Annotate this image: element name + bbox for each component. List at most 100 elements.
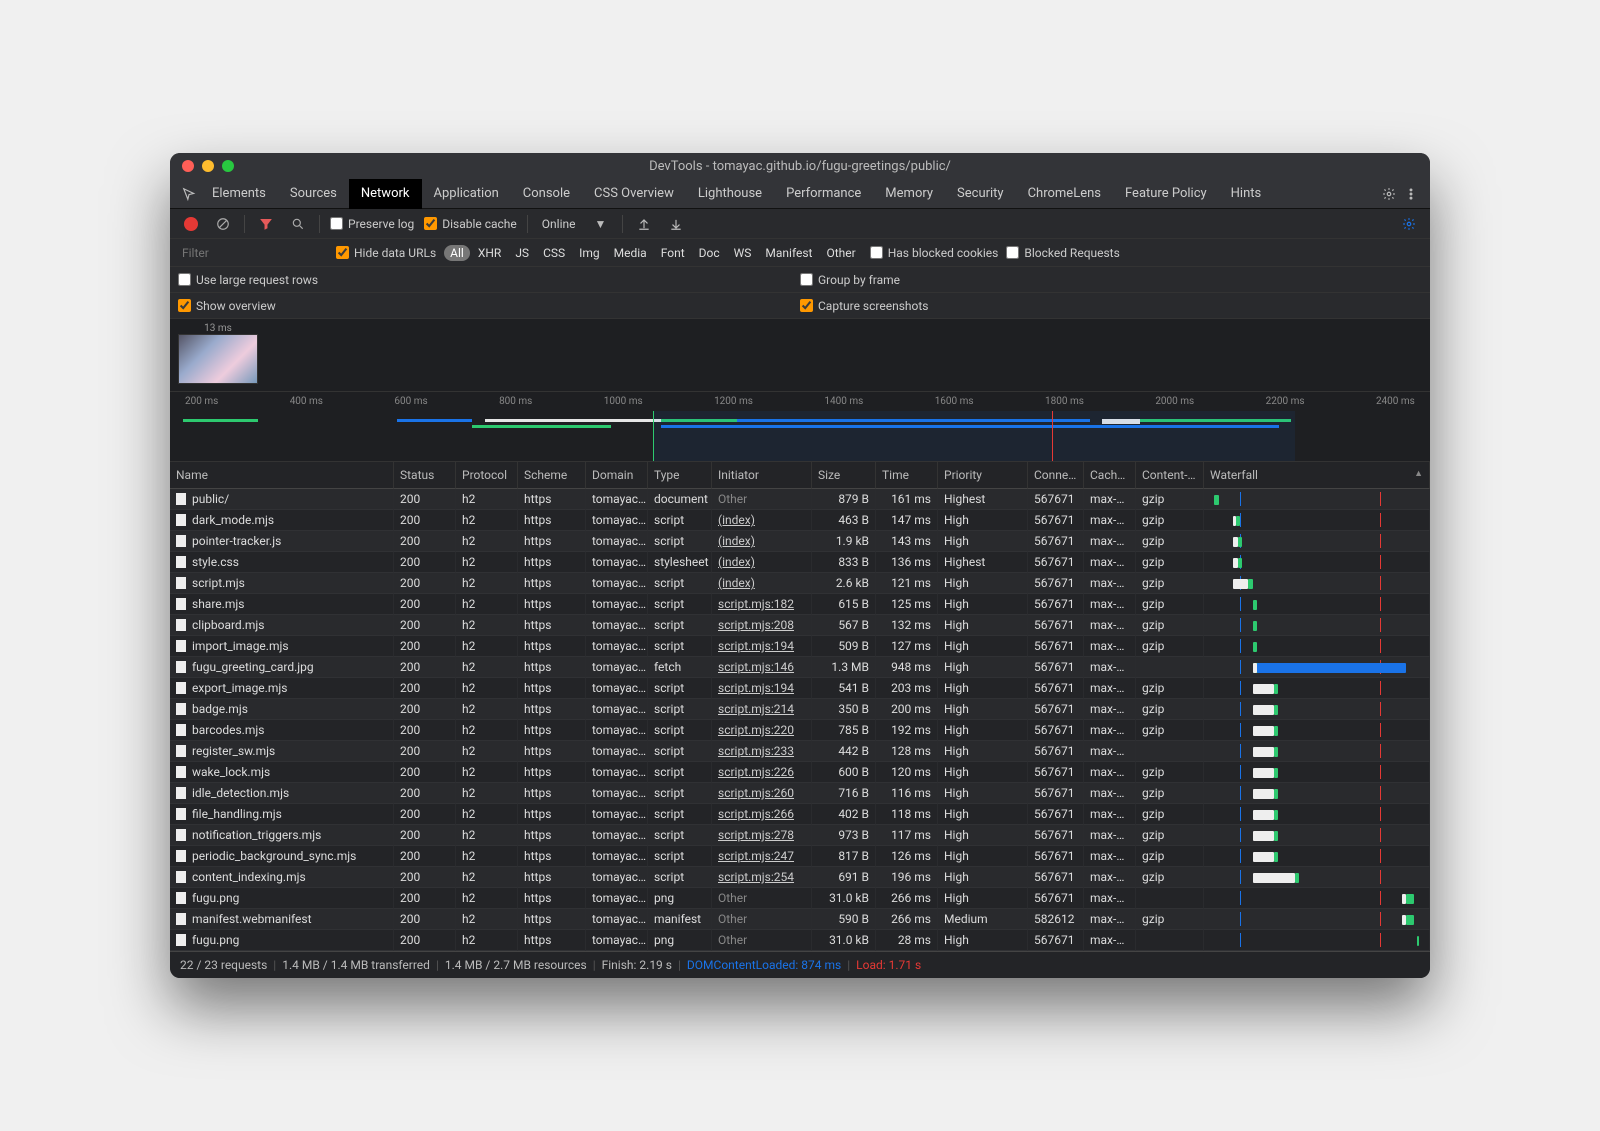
cell-type[interactable]: script <box>648 594 712 615</box>
tab-lighthouse[interactable]: Lighthouse <box>686 179 774 209</box>
cell-type[interactable]: fetch <box>648 657 712 678</box>
cell-domain[interactable]: tomayac… <box>586 720 648 741</box>
cell-connection[interactable]: 567671 <box>1028 825 1084 846</box>
cell-size[interactable]: 509 B <box>812 636 876 657</box>
cell-connection[interactable]: 567671 <box>1028 804 1084 825</box>
cell-waterfall[interactable] <box>1204 531 1430 552</box>
cell-priority[interactable]: High <box>938 930 1028 951</box>
cell-protocol[interactable]: h2 <box>456 552 518 573</box>
cell-name[interactable]: fugu.png <box>170 930 394 951</box>
cell-time[interactable]: 117 ms <box>876 825 938 846</box>
cell-size[interactable]: 541 B <box>812 678 876 699</box>
column-header[interactable]: Waterfall <box>1204 462 1430 489</box>
cell-type[interactable]: script <box>648 636 712 657</box>
tab-performance[interactable]: Performance <box>774 179 873 209</box>
cell-connection[interactable]: 567671 <box>1028 636 1084 657</box>
cell-protocol[interactable]: h2 <box>456 720 518 741</box>
cell-domain[interactable]: tomayac… <box>586 678 648 699</box>
cell-waterfall[interactable] <box>1204 783 1430 804</box>
cell-size[interactable]: 600 B <box>812 762 876 783</box>
cell-type[interactable]: document <box>648 489 712 510</box>
cell-cache[interactable]: max-… <box>1084 699 1136 720</box>
cell-connection[interactable]: 567671 <box>1028 573 1084 594</box>
cell-time[interactable]: 120 ms <box>876 762 938 783</box>
cell-scheme[interactable]: https <box>518 636 586 657</box>
cell-content-encoding[interactable]: gzip <box>1136 552 1204 573</box>
cell-name[interactable]: public/ <box>170 489 394 510</box>
cell-initiator[interactable]: (index) <box>712 510 812 531</box>
cell-content-encoding[interactable]: gzip <box>1136 489 1204 510</box>
cell-name[interactable]: barcodes.mjs <box>170 720 394 741</box>
cell-cache[interactable]: max-… <box>1084 489 1136 510</box>
tab-sources[interactable]: Sources <box>278 179 349 209</box>
cell-protocol[interactable]: h2 <box>456 699 518 720</box>
cell-cache[interactable]: max-… <box>1084 510 1136 531</box>
cell-size[interactable]: 817 B <box>812 846 876 867</box>
column-header[interactable]: Scheme <box>518 462 586 489</box>
cell-protocol[interactable]: h2 <box>456 594 518 615</box>
filter-type-all[interactable]: All <box>444 245 470 261</box>
cell-initiator[interactable]: script.mjs:220 <box>712 720 812 741</box>
cell-protocol[interactable]: h2 <box>456 783 518 804</box>
cell-time[interactable]: 125 ms <box>876 594 938 615</box>
cell-time[interactable]: 127 ms <box>876 636 938 657</box>
disable-cache-checkbox[interactable]: Disable cache <box>424 217 517 231</box>
cell-cache[interactable]: max-… <box>1084 909 1136 930</box>
show-overview-input[interactable] <box>178 299 191 312</box>
tab-elements[interactable]: Elements <box>200 179 278 209</box>
cell-status[interactable]: 200 <box>394 531 456 552</box>
cell-name[interactable]: idle_detection.mjs <box>170 783 394 804</box>
cell-type[interactable]: script <box>648 678 712 699</box>
cell-initiator[interactable]: script.mjs:194 <box>712 636 812 657</box>
filter-type-media[interactable]: Media <box>608 245 653 261</box>
cell-content-encoding[interactable]: gzip <box>1136 531 1204 552</box>
cell-status[interactable]: 200 <box>394 594 456 615</box>
cell-status[interactable]: 200 <box>394 510 456 531</box>
download-har-icon[interactable] <box>665 213 687 235</box>
cell-domain[interactable]: tomayac… <box>586 636 648 657</box>
cell-priority[interactable]: Highest <box>938 552 1028 573</box>
column-header[interactable]: Priority <box>938 462 1028 489</box>
capture-screenshots-checkbox[interactable]: Capture screenshots <box>800 299 928 313</box>
cell-status[interactable]: 200 <box>394 699 456 720</box>
filter-type-ws[interactable]: WS <box>728 245 758 261</box>
cell-status[interactable]: 200 <box>394 909 456 930</box>
cell-priority[interactable]: High <box>938 804 1028 825</box>
cell-initiator[interactable]: script.mjs:208 <box>712 615 812 636</box>
cell-priority[interactable]: High <box>938 531 1028 552</box>
column-header[interactable]: Time <box>876 462 938 489</box>
cell-scheme[interactable]: https <box>518 699 586 720</box>
cell-cache[interactable]: max-… <box>1084 741 1136 762</box>
cell-scheme[interactable]: https <box>518 888 586 909</box>
cell-name[interactable]: notification_triggers.mjs <box>170 825 394 846</box>
tab-network[interactable]: Network <box>349 179 422 209</box>
cell-content-encoding[interactable]: gzip <box>1136 510 1204 531</box>
cell-name[interactable]: periodic_background_sync.mjs <box>170 846 394 867</box>
cell-connection[interactable]: 567671 <box>1028 930 1084 951</box>
cell-content-encoding[interactable]: gzip <box>1136 804 1204 825</box>
cell-connection[interactable]: 567671 <box>1028 678 1084 699</box>
cell-connection[interactable]: 567671 <box>1028 762 1084 783</box>
cell-priority[interactable]: High <box>938 846 1028 867</box>
cell-initiator[interactable]: script.mjs:260 <box>712 783 812 804</box>
column-header[interactable]: Initiator <box>712 462 812 489</box>
cell-size[interactable]: 31.0 kB <box>812 930 876 951</box>
group-frame-checkbox[interactable]: Group by frame <box>800 273 900 287</box>
cell-waterfall[interactable] <box>1204 804 1430 825</box>
cell-priority[interactable]: High <box>938 762 1028 783</box>
cell-type[interactable]: stylesheet <box>648 552 712 573</box>
cell-waterfall[interactable] <box>1204 867 1430 888</box>
cell-connection[interactable]: 567671 <box>1028 783 1084 804</box>
screenshot-thumbnail[interactable] <box>178 334 258 384</box>
column-header[interactable]: Size <box>812 462 876 489</box>
hide-data-urls-input[interactable] <box>336 246 349 259</box>
cell-priority[interactable]: High <box>938 657 1028 678</box>
cell-scheme[interactable]: https <box>518 510 586 531</box>
cell-size[interactable]: 350 B <box>812 699 876 720</box>
cell-domain[interactable]: tomayac… <box>586 888 648 909</box>
cell-scheme[interactable]: https <box>518 489 586 510</box>
cell-content-encoding[interactable]: gzip <box>1136 867 1204 888</box>
large-rows-input[interactable] <box>178 273 191 286</box>
cell-waterfall[interactable] <box>1204 594 1430 615</box>
cell-status[interactable]: 200 <box>394 657 456 678</box>
